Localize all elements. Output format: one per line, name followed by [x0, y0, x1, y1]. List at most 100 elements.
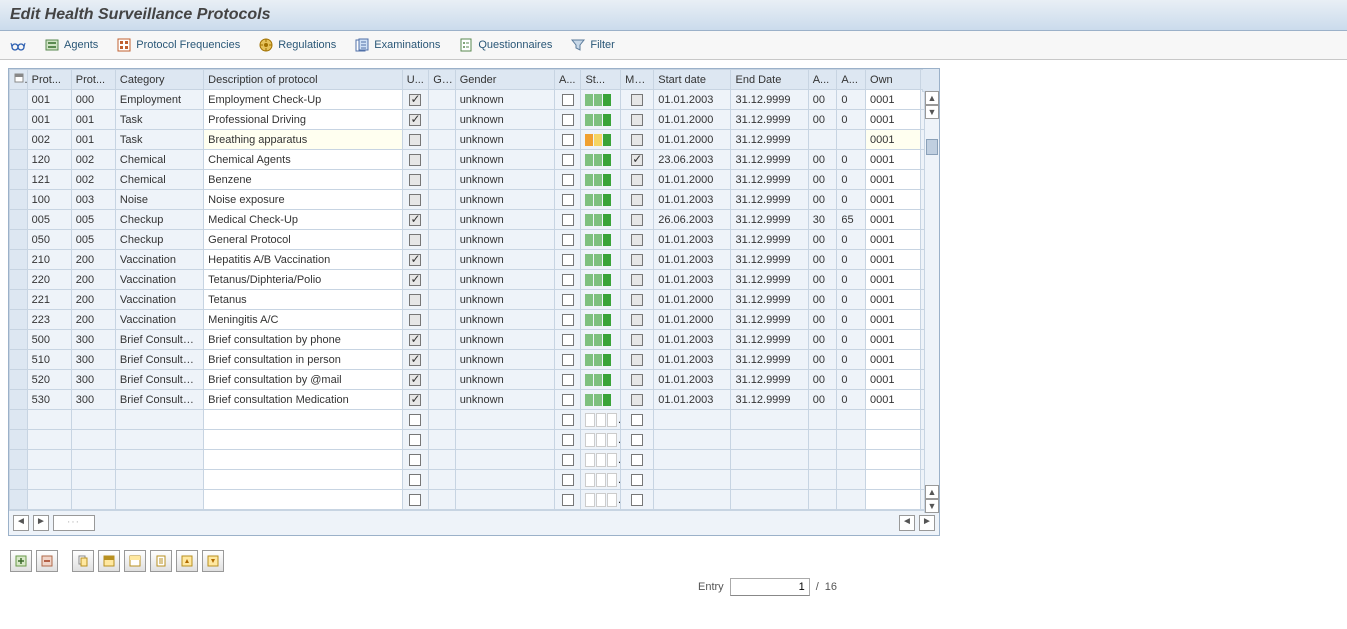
cell-u[interactable]: [402, 330, 428, 350]
checkbox[interactable]: [409, 174, 421, 186]
checkbox[interactable]: [409, 94, 421, 106]
checkbox[interactable]: [562, 214, 574, 226]
cell-end-date[interactable]: 31.12.9999: [731, 170, 808, 190]
cell-description[interactable]: Noise exposure: [204, 190, 403, 210]
cell-a[interactable]: [554, 310, 580, 330]
cell-category[interactable]: Brief Consultation: [115, 370, 203, 390]
cell-own[interactable]: 0001: [866, 170, 921, 190]
cell-category[interactable]: Checkup: [115, 210, 203, 230]
row-selector[interactable]: [10, 250, 28, 270]
cell-a3[interactable]: 0: [837, 270, 866, 290]
cell-end-date[interactable]: 31.12.9999: [731, 190, 808, 210]
cell-start-date[interactable]: 01.01.2003: [654, 330, 731, 350]
sort-desc-button[interactable]: [202, 550, 224, 572]
row-selector[interactable]: [10, 210, 28, 230]
cell-a[interactable]: [554, 150, 580, 170]
cell-g[interactable]: [429, 170, 455, 190]
cell-status[interactable]: [581, 270, 621, 290]
cell-u[interactable]: [402, 90, 428, 110]
cell-own[interactable]: 0001: [866, 290, 921, 310]
cell-category[interactable]: Chemical: [115, 170, 203, 190]
checkbox[interactable]: [409, 494, 421, 506]
cell-start-date[interactable]: 01.01.2000: [654, 310, 731, 330]
row-selector[interactable]: [10, 490, 28, 510]
cell-a3[interactable]: 0: [837, 310, 866, 330]
table-row[interactable]: 500300Brief ConsultationBrief consultati…: [10, 330, 939, 350]
cell-gender[interactable]: unknown: [455, 90, 554, 110]
cell-own[interactable]: 0001: [866, 250, 921, 270]
cell-own[interactable]: 0001: [866, 230, 921, 250]
cell-end-date[interactable]: 31.12.9999: [731, 390, 808, 410]
checkbox[interactable]: [562, 294, 574, 306]
row-selector[interactable]: [10, 370, 28, 390]
cell-ma[interactable]: [621, 190, 654, 210]
cell-g[interactable]: [429, 90, 455, 110]
checkbox[interactable]: [562, 94, 574, 106]
checkbox[interactable]: [409, 114, 421, 126]
cell-end-date[interactable]: 31.12.9999: [731, 250, 808, 270]
cell-a3[interactable]: [837, 130, 866, 150]
cell-prot1[interactable]: 500: [27, 330, 71, 350]
scroll-left-button[interactable]: ◄: [13, 515, 29, 531]
cell-g[interactable]: [429, 110, 455, 130]
cell-description[interactable]: Professional Driving: [204, 110, 403, 130]
cell-a2[interactable]: 00: [808, 110, 837, 130]
cell-g[interactable]: [429, 150, 455, 170]
regulations-button[interactable]: Regulations: [258, 37, 336, 53]
cell-a[interactable]: [554, 350, 580, 370]
cell-a2[interactable]: 00: [808, 330, 837, 350]
table-row-empty[interactable]: [10, 470, 939, 490]
scroll-position-button[interactable]: ∙∙∙: [53, 515, 95, 531]
cell-ma[interactable]: [621, 390, 654, 410]
cell-description[interactable]: General Protocol: [204, 230, 403, 250]
cell-prot1[interactable]: 510: [27, 350, 71, 370]
cell-description[interactable]: Brief consultation in person: [204, 350, 403, 370]
checkbox[interactable]: [631, 474, 643, 486]
cell-ma[interactable]: [621, 330, 654, 350]
cell-a2[interactable]: 00: [808, 370, 837, 390]
cell-end-date[interactable]: 31.12.9999: [731, 350, 808, 370]
cell-u[interactable]: [402, 230, 428, 250]
table-row[interactable]: 210200VaccinationHepatitis A/B Vaccinati…: [10, 250, 939, 270]
col-u[interactable]: U...: [402, 70, 428, 90]
cell-status[interactable]: [581, 90, 621, 110]
cell-status[interactable]: [581, 230, 621, 250]
checkbox[interactable]: [409, 354, 421, 366]
row-selector[interactable]: [10, 430, 28, 450]
row-selector[interactable]: [10, 110, 28, 130]
row-selector[interactable]: [10, 330, 28, 350]
table-row[interactable]: 050005CheckupGeneral Protocolunknown01.0…: [10, 230, 939, 250]
checkbox[interactable]: [409, 314, 421, 326]
cell-status[interactable]: [581, 310, 621, 330]
cell-g[interactable]: [429, 250, 455, 270]
cell-status[interactable]: [581, 130, 621, 150]
cell-own[interactable]: 0001: [866, 330, 921, 350]
cell-description[interactable]: Tetanus: [204, 290, 403, 310]
checkbox[interactable]: [631, 334, 643, 346]
cell-gender[interactable]: unknown: [455, 390, 554, 410]
cell-u[interactable]: [402, 170, 428, 190]
col-a3[interactable]: A...: [837, 70, 866, 90]
cell-description[interactable]: Breathing apparatus: [204, 130, 403, 150]
cell-start-date[interactable]: 26.06.2003: [654, 210, 731, 230]
cell-description[interactable]: Medical Check-Up: [204, 210, 403, 230]
cell-a2[interactable]: 00: [808, 90, 837, 110]
row-selector[interactable]: [10, 130, 28, 150]
table-row[interactable]: 121002ChemicalBenzeneunknown01.01.200031…: [10, 170, 939, 190]
row-selector[interactable]: [10, 90, 28, 110]
checkbox[interactable]: [562, 314, 574, 326]
cell-status[interactable]: [581, 190, 621, 210]
cell-gender[interactable]: unknown: [455, 270, 554, 290]
cell-a3[interactable]: 0: [837, 370, 866, 390]
cell-ma[interactable]: [621, 250, 654, 270]
cell-prot2[interactable]: 200: [71, 270, 115, 290]
cell-a[interactable]: [554, 210, 580, 230]
cell-gender[interactable]: unknown: [455, 350, 554, 370]
cell-u[interactable]: [402, 350, 428, 370]
cell-ma[interactable]: [621, 310, 654, 330]
col-category[interactable]: Category: [115, 70, 203, 90]
cell-g[interactable]: [429, 270, 455, 290]
col-st[interactable]: St...: [581, 70, 621, 90]
checkbox[interactable]: [409, 214, 421, 226]
cell-start-date[interactable]: 01.01.2003: [654, 270, 731, 290]
